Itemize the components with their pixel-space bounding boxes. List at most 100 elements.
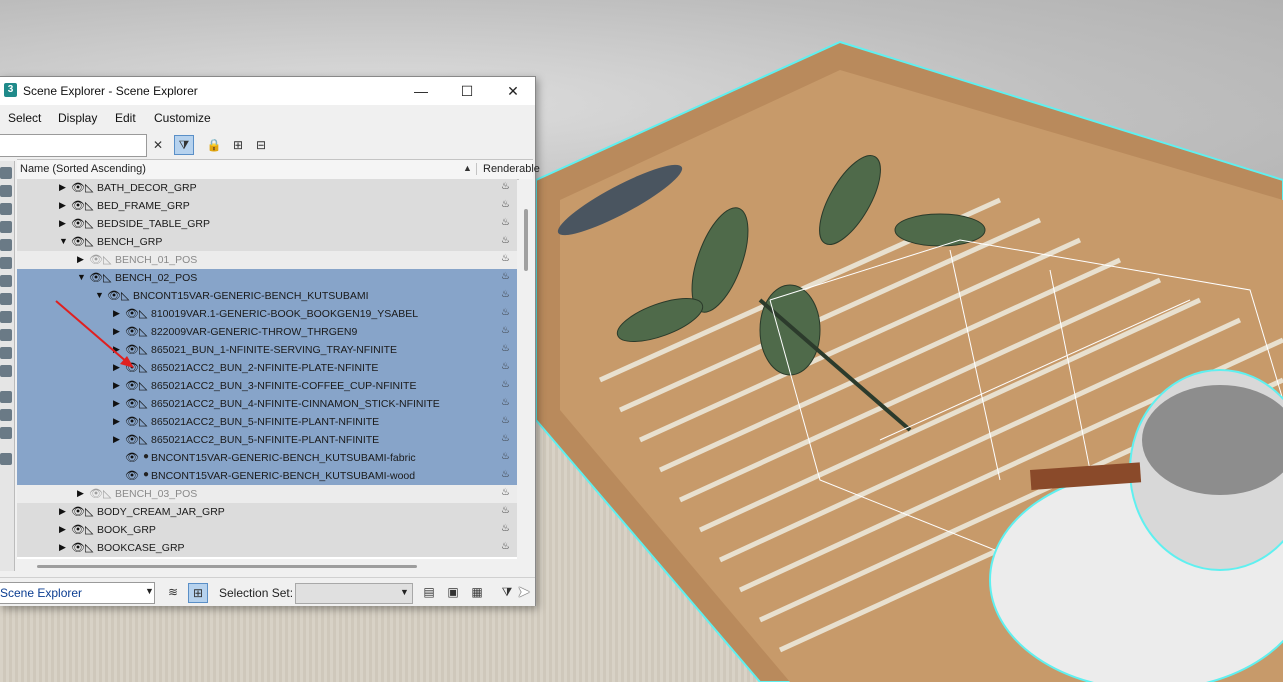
visibility-eye-icon[interactable]: 👁: [125, 325, 139, 338]
expand-toggle-icon[interactable]: ▶: [59, 218, 66, 229]
visibility-eye-icon[interactable]: 👁: [125, 451, 139, 464]
expand-toggle-icon[interactable]: ▶: [113, 398, 120, 409]
menu-select[interactable]: Select: [8, 111, 41, 125]
hierarchy-select-icon[interactable]: ⊟: [252, 136, 270, 154]
layers-icon[interactable]: ≋: [164, 583, 182, 601]
tree-row[interactable]: ▼ 👁 ◺ BNCONT15VAR-GENERIC-BENCH_KUTSUBAMI ♨: [17, 287, 517, 305]
lights-filter-icon[interactable]: [0, 203, 12, 215]
renderable-teapot-icon[interactable]: ♨: [501, 361, 510, 372]
collapse-toggle-icon[interactable]: ▼: [95, 290, 104, 300]
expand-toggle-icon[interactable]: ▶: [113, 434, 120, 445]
menu-display[interactable]: Display: [58, 111, 97, 125]
filter-icon[interactable]: ⧩: [174, 135, 194, 155]
visibility-eye-icon[interactable]: 👁: [125, 415, 139, 428]
expand-toggle-icon[interactable]: ▶: [113, 326, 120, 337]
renderable-teapot-icon[interactable]: ♨: [501, 181, 510, 192]
renderable-teapot-icon[interactable]: ♨: [501, 271, 510, 282]
expand-toggle-icon[interactable]: ▶: [113, 308, 120, 319]
tree-row[interactable]: ▶ 👁 ◺ BENCH_01_POS ♨: [17, 251, 517, 269]
tree-row[interactable]: ▶ 👁 ◺ 810019VAR.1-GENERIC-BOOK_BOOKGEN19_YS…: [17, 305, 517, 323]
close-button[interactable]: ✕: [490, 77, 536, 105]
expand-toggle-icon[interactable]: ▶: [59, 200, 66, 211]
hierarchy-icon[interactable]: ⊞: [229, 136, 247, 154]
visibility-eye-icon[interactable]: 👁: [71, 523, 85, 536]
filter-select-icon[interactable]: ⧩: [498, 583, 516, 601]
visibility-eye-icon[interactable]: 👁: [125, 307, 139, 320]
expand-toggle-icon[interactable]: ▶: [113, 416, 120, 427]
collapse-toggle-icon[interactable]: ▼: [59, 236, 68, 246]
visibility-eye-icon[interactable]: 👁: [71, 217, 85, 230]
visibility-eye-icon[interactable]: 👁: [89, 253, 103, 266]
renderable-teapot-icon[interactable]: ♨: [501, 433, 510, 444]
visibility-eye-icon[interactable]: 👁: [71, 199, 85, 212]
shapes-filter-icon[interactable]: [0, 185, 12, 197]
maximize-button[interactable]: ☐: [444, 77, 490, 105]
renderable-teapot-icon[interactable]: ♨: [501, 289, 510, 300]
search-input[interactable]: [0, 134, 147, 157]
renderable-teapot-icon[interactable]: ♨: [501, 505, 510, 516]
selection-set-dropdown[interactable]: ▼: [295, 583, 413, 604]
tree-row[interactable]: ▶ 👁 ◺ 865021ACC2_BUN_5-NFINITE-PLANT-NFINIT…: [17, 431, 517, 449]
tree-row[interactable]: ▶ 👁 ◺ BEDSIDE_TABLE_GRP ♨: [17, 215, 517, 233]
tree-row[interactable]: ▼ 👁 ◺ BENCH_02_POS ♨: [17, 269, 517, 287]
renderable-teapot-icon[interactable]: ♨: [501, 415, 510, 426]
renderable-teapot-icon[interactable]: ♨: [501, 487, 510, 498]
containers-filter-icon[interactable]: [0, 329, 12, 341]
tree-row[interactable]: ▼ 👁 ◺ BENCH_GRP ♨: [17, 233, 517, 251]
tree-row[interactable]: ● 👁 BNCONT15VAR-GENERIC-BENCH_KUTSUBAMI-wo…: [17, 467, 517, 485]
tree-row[interactable]: ▶ 👁 ◺ 865021ACC2_BUN_5-NFINITE-PLANT-NFINIT…: [17, 413, 517, 431]
tree-row[interactable]: ▶ 👁 ◺ BENCH_03_POS ♨: [17, 485, 517, 503]
tree-row[interactable]: ▶ 👁 ◺ BOOK_GRP ♨: [17, 521, 517, 539]
menu-edit[interactable]: Edit: [115, 111, 136, 125]
expand-toggle-icon[interactable]: ▶: [59, 542, 66, 553]
explorer-select[interactable]: Scene Explorer ▼: [0, 582, 155, 604]
spacewarps-filter-icon[interactable]: [0, 257, 12, 269]
selection-list-icon[interactable]: ▦: [468, 583, 486, 601]
expand-toggle-icon[interactable]: ▶: [113, 380, 120, 391]
expand-toggle-icon[interactable]: ▶: [59, 506, 66, 517]
renderable-teapot-icon[interactable]: ♨: [501, 451, 510, 462]
expand-toggle-icon[interactable]: ▶: [59, 524, 66, 535]
visibility-eye-icon[interactable]: 👁: [125, 469, 139, 482]
visibility-eye-icon[interactable]: 👁: [71, 505, 85, 518]
hidden-filter-icon[interactable]: [0, 365, 12, 377]
clear-search-icon[interactable]: ✕: [149, 136, 167, 154]
helpers-filter-icon[interactable]: [0, 239, 12, 251]
edit-selection-set-icon[interactable]: ▣: [444, 583, 462, 601]
tree-row[interactable]: ▶ 👁 ◺ BOOKCASE_GRP ♨: [17, 539, 517, 557]
none-filter-icon[interactable]: [0, 409, 12, 421]
expand-toggle-icon[interactable]: ▶: [77, 488, 84, 499]
visibility-eye-icon[interactable]: 👁: [125, 433, 139, 446]
visibility-eye-icon[interactable]: 👁: [125, 379, 139, 392]
name-column-header[interactable]: Name (Sorted Ascending): [20, 163, 146, 175]
frozen-filter-icon[interactable]: [0, 347, 12, 359]
tree-row[interactable]: ▶ 👁 ◺ 865021ACC2_BUN_3-NFINITE-COFFEE_CUP-N…: [17, 377, 517, 395]
renderable-teapot-icon[interactable]: ♨: [501, 469, 510, 480]
settings-filter-icon[interactable]: [0, 453, 12, 465]
visibility-eye-icon[interactable]: 👁: [89, 487, 103, 500]
title-bar[interactable]: 3 Scene Explorer - Scene Explorer — ☐ ✕: [0, 77, 535, 105]
expand-toggle-icon[interactable]: ▶: [113, 344, 120, 355]
groups-filter-icon[interactable]: [0, 275, 12, 287]
renderable-teapot-icon[interactable]: ♨: [501, 235, 510, 246]
tree-row[interactable]: ● 👁 BNCONT15VAR-GENERIC-BENCH_KUTSUBAMI-fa…: [17, 449, 517, 467]
renderable-teapot-icon[interactable]: ♨: [501, 253, 510, 264]
vertical-scroll-thumb[interactable]: [524, 209, 528, 271]
renderable-teapot-icon[interactable]: ♨: [501, 343, 510, 354]
xrefs-filter-icon[interactable]: [0, 293, 12, 305]
vertical-scrollbar[interactable]: [519, 179, 533, 559]
minimize-button[interactable]: —: [398, 77, 444, 105]
renderable-teapot-icon[interactable]: ♨: [501, 307, 510, 318]
tree-row[interactable]: ▶ 👁 ◺ 865021_BUN_1-NFINITE-SERVING_TRAY-NFI…: [17, 341, 517, 359]
visibility-eye-icon[interactable]: 👁: [71, 235, 85, 248]
visibility-eye-icon[interactable]: 👁: [107, 289, 121, 302]
named-selection-icon[interactable]: ▤: [420, 583, 438, 601]
renderable-teapot-icon[interactable]: ♨: [501, 379, 510, 390]
renderable-teapot-icon[interactable]: ♨: [501, 217, 510, 228]
horizontal-scrollbar[interactable]: [17, 563, 517, 571]
all-filter-icon[interactable]: [0, 391, 12, 403]
tree-row[interactable]: ▶ 👁 ◺ 865021ACC2_BUN_2-NFINITE-PLATE-NFINIT…: [17, 359, 517, 377]
collapse-toggle-icon[interactable]: ▼: [77, 272, 86, 282]
tree-row[interactable]: ▶ 👁 ◺ 865021ACC2_BUN_4-NFINITE-CINNAMON_STI…: [17, 395, 517, 413]
cameras-filter-icon[interactable]: [0, 221, 12, 233]
